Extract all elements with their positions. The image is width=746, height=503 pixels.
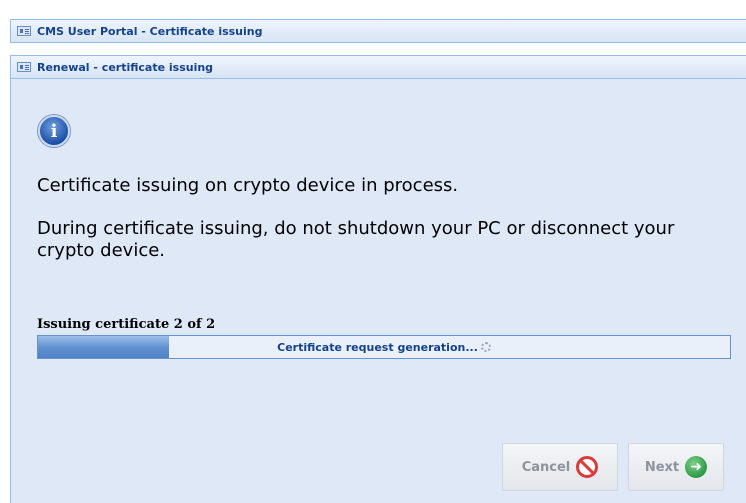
portal-window: CMS User Portal - Certificate issuing Re…: [0, 0, 746, 503]
progress-label: Issuing certificate 2 of 2: [37, 317, 216, 332]
loading-spinner-icon: [480, 342, 491, 352]
progress-status: Certificate request generation...: [38, 336, 730, 358]
cancel-button-label: Cancel: [521, 459, 571, 475]
warning-message: During certificate issuing, do not shutd…: [37, 218, 675, 261]
progress-bar: Certificate request generation...: [37, 335, 731, 359]
dialog-icon: [17, 62, 31, 72]
window-titlebar: CMS User Portal - Certificate issuing: [10, 19, 746, 43]
window-title: CMS User Portal - Certificate issuing: [37, 24, 263, 38]
cancel-button[interactable]: Cancel: [502, 443, 618, 491]
info-icon: i: [38, 115, 70, 147]
arrow-right-circle-icon: ➜: [685, 456, 708, 478]
window-icon: [17, 26, 31, 36]
next-button-label: Next: [644, 459, 680, 475]
dialog-body: i Certificate issuing on crypto device i…: [10, 79, 746, 503]
status-message: Certificate issuing on crypto device in …: [37, 175, 459, 196]
stop-icon: [576, 456, 599, 478]
progress-status-text: Certificate request generation...: [277, 340, 478, 354]
next-button[interactable]: Next ➜: [628, 443, 724, 491]
dialog-title: Renewal - certificate issuing: [37, 60, 214, 74]
dialog-titlebar: Renewal - certificate issuing: [10, 55, 746, 79]
